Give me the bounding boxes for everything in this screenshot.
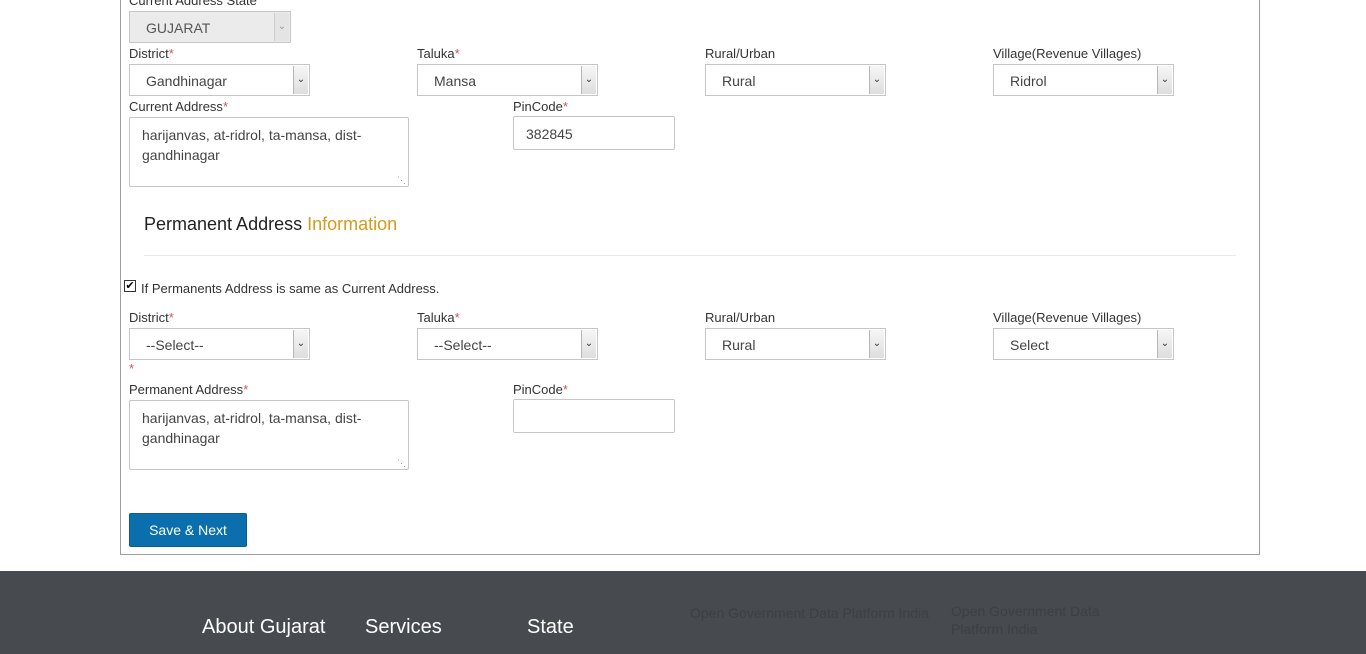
current-pincode-label: PinCode* xyxy=(513,99,568,114)
ogd-logo-link-1[interactable]: Open Government Data Platform India xyxy=(690,604,929,622)
same-address-checkbox[interactable]: ✔ xyxy=(124,280,136,292)
ogd-logo-link-2[interactable]: Open Government Data Platform India xyxy=(951,602,1121,638)
chevron-down-icon: ⌄ xyxy=(581,66,596,94)
current-taluka-label: Taluka* xyxy=(417,46,460,61)
permanent-district-select[interactable]: --Select-- ⌄ xyxy=(129,328,310,360)
current-rural-urban-label: Rural/Urban xyxy=(705,46,776,61)
current-taluka-select[interactable]: Mansa ⌄ xyxy=(417,64,598,96)
resize-grip-icon[interactable]: ⋱ xyxy=(397,176,406,185)
current-state-label: Current Address State xyxy=(129,0,257,8)
current-state-select: GUJARAT ⌄ xyxy=(129,11,291,43)
permanent-address-label: Permanent Address* xyxy=(129,382,249,397)
current-address-label: Current Address* xyxy=(129,99,228,114)
permanent-village-select[interactable]: Select ⌄ xyxy=(993,328,1174,360)
footer-state-link[interactable]: State xyxy=(527,616,574,639)
section-divider xyxy=(144,255,1236,256)
chevron-down-icon: ⌄ xyxy=(581,330,596,358)
current-rural-urban-select[interactable]: Rural ⌄ xyxy=(705,64,886,96)
footer-services-link[interactable]: Services xyxy=(365,616,442,639)
current-village-label: Village(Revenue Villages) xyxy=(993,46,1142,61)
same-address-label: If Permanents Address is same as Current… xyxy=(141,281,440,296)
permanent-village-label: Village(Revenue Villages) xyxy=(993,310,1142,325)
permanent-district-label: District* xyxy=(129,310,174,325)
chevron-down-icon: ⌄ xyxy=(293,330,308,358)
permanent-pincode-label: PinCode* xyxy=(513,382,568,397)
section-title: Permanent Address Information xyxy=(144,214,398,234)
permanent-taluka-label: Taluka* xyxy=(417,310,460,325)
permanent-taluka-select[interactable]: --Select-- ⌄ xyxy=(417,328,598,360)
district-error-marker: * xyxy=(129,361,135,376)
footer-about-link[interactable]: About Gujarat xyxy=(202,616,325,639)
permanent-address-textarea[interactable]: harijanvas, at-ridrol, ta-mansa, dist-ga… xyxy=(129,400,409,470)
current-district-label: District* xyxy=(129,46,174,61)
chevron-down-icon: ⌄ xyxy=(869,66,884,94)
current-village-select[interactable]: Ridrol ⌄ xyxy=(993,64,1174,96)
permanent-rural-urban-select[interactable]: Rural ⌄ xyxy=(705,328,886,360)
check-icon: ✔ xyxy=(125,280,135,292)
current-pincode-input[interactable]: 382845 xyxy=(513,116,675,150)
chevron-down-icon: ⌄ xyxy=(1157,330,1172,358)
chevron-down-icon: ⌄ xyxy=(293,66,308,94)
chevron-down-icon: ⌄ xyxy=(869,330,884,358)
footer: About Gujarat Services State Open Govern… xyxy=(0,571,1366,654)
chevron-down-icon: ⌄ xyxy=(1157,66,1172,94)
current-address-textarea[interactable]: harijanvas, at-ridrol, ta-mansa, dist-ga… xyxy=(129,117,409,187)
save-next-button[interactable]: Save & Next xyxy=(129,513,247,547)
permanent-pincode-input[interactable] xyxy=(513,399,675,433)
current-district-select[interactable]: Gandhinagar ⌄ xyxy=(129,64,310,96)
resize-grip-icon[interactable]: ⋱ xyxy=(397,459,406,468)
chevron-down-icon: ⌄ xyxy=(274,13,289,41)
permanent-rural-urban-label: Rural/Urban xyxy=(705,310,776,325)
